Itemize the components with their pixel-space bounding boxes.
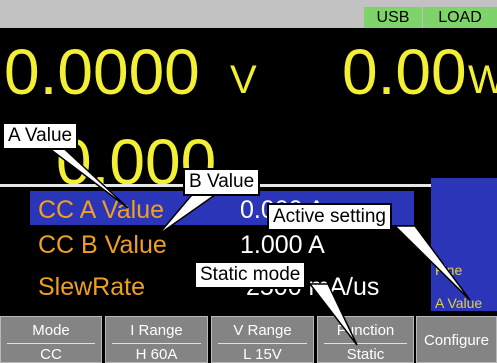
a-value-pointer <box>39 142 129 209</box>
active-setting-callout: Active setting <box>267 203 392 231</box>
b-value-pointer <box>157 189 225 236</box>
b-value-callout: B Value <box>183 168 261 196</box>
a-value-callout: A Value <box>2 122 79 150</box>
static-mode-pointer <box>308 283 358 346</box>
active-setting-pointer <box>393 225 471 301</box>
static-mode-callout: Static mode <box>194 261 307 289</box>
